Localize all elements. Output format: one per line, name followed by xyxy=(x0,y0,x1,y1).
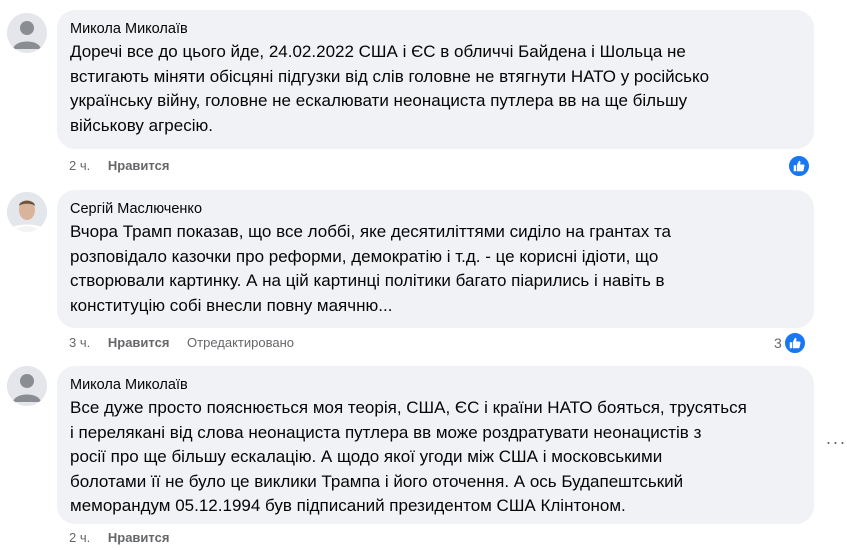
comment-line: Вчора Трамп показав, що все лоббі, яке д… xyxy=(70,222,672,241)
reaction-summary[interactable]: 3 xyxy=(774,331,807,355)
default-avatar-icon xyxy=(7,13,47,53)
comment-time[interactable]: 2 ч. xyxy=(69,158,90,173)
like-link[interactable]: Нравится xyxy=(108,335,170,350)
comment-line: конституцію собі внесли повну маячню... xyxy=(70,295,393,315)
avatar[interactable] xyxy=(7,13,47,53)
comment-line: створювали картинку. А на цій картинці п… xyxy=(70,271,665,290)
comment-meta: 2 ч. Нравится xyxy=(69,530,183,546)
comment-meta: 3 ч. Нравится Отредактировано xyxy=(69,335,308,351)
reaction-count: 3 xyxy=(774,335,782,351)
comment-author[interactable]: Сергій Маслюченко xyxy=(70,200,800,218)
comment-text: Вчора Трамп показав, що все лоббі, яке д… xyxy=(70,220,800,318)
profile-photo-icon xyxy=(7,192,47,232)
comment-bubble: Микола Миколаїв Доречі все до цього йде,… xyxy=(57,10,814,149)
comment-meta: 2 ч. Нравится xyxy=(69,158,183,174)
comment-time[interactable]: 2 ч. xyxy=(69,530,90,545)
thumbs-up-icon xyxy=(782,331,807,355)
comment-author[interactable]: Микола Миколаїв xyxy=(70,20,800,38)
comment-line: встигають міняти обісцяні підгузки від с… xyxy=(70,66,710,86)
like-link[interactable]: Нравится xyxy=(108,158,170,173)
comment-line: військову агресію. xyxy=(70,115,213,135)
avatar[interactable] xyxy=(7,192,47,232)
edited-label[interactable]: Отредактировано xyxy=(187,335,294,350)
comment-time[interactable]: 3 ч. xyxy=(69,335,90,350)
avatar[interactable] xyxy=(7,366,47,406)
more-options-icon[interactable]: ··· xyxy=(826,432,846,452)
comment-text: Все дуже просто пояснюється моя теорія, … xyxy=(70,396,800,519)
like-link[interactable]: Нравится xyxy=(108,530,170,545)
comment-line: росії про ще більшу ескалацію. А щодо як… xyxy=(70,447,663,466)
comment-bubble: Микола Миколаїв Все дуже просто пояснюєт… xyxy=(57,366,814,524)
comment-line: розповідало казочки про реформи, демокра… xyxy=(70,246,659,266)
comment-line: українську війну, головне не ескалювати … xyxy=(70,91,688,110)
comment-line: меморандум 05.12.1994 був підписаний пре… xyxy=(70,496,626,515)
comment-line: і перелякані від слова неонациста путлер… xyxy=(70,422,702,442)
comment-bubble: Сергій Маслюченко Вчора Трамп показав, щ… xyxy=(57,190,814,328)
reaction-summary[interactable] xyxy=(787,154,811,178)
comment-line: болотами її не було це виклики Трампа і … xyxy=(70,471,684,491)
comment-line: Доречі все до цього йде, 24.02.2022 США … xyxy=(70,42,686,61)
comment-line: Все дуже просто пояснюється моя теорія, … xyxy=(70,398,747,417)
comment-text: Доречі все до цього йде, 24.02.2022 США … xyxy=(70,40,800,138)
thumbs-up-icon xyxy=(787,154,811,178)
comment-author[interactable]: Микола Миколаїв xyxy=(70,376,800,394)
default-avatar-icon xyxy=(7,366,47,406)
